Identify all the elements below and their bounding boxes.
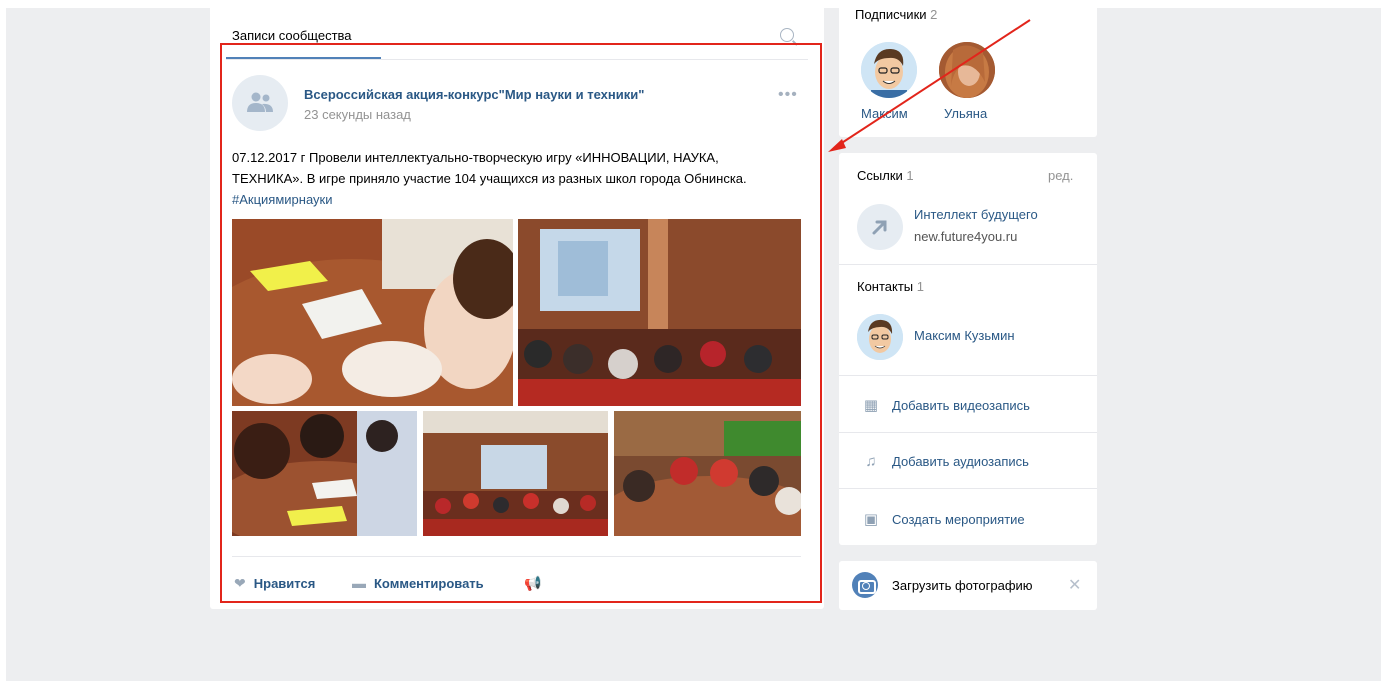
calendar-icon: ▣ xyxy=(863,511,879,528)
post-photo-5[interactable] xyxy=(614,411,801,536)
wall-tabs: Записи сообщества xyxy=(226,20,808,60)
share-button[interactable]: 📢 xyxy=(524,575,541,592)
comment-button[interactable]: ▬ Комментировать xyxy=(352,575,484,591)
divider xyxy=(839,488,1097,489)
post-author-avatar[interactable] xyxy=(232,75,288,131)
close-icon[interactable]: ✕ xyxy=(1068,575,1081,595)
post-photo-2[interactable] xyxy=(518,219,801,406)
edit-links-link[interactable]: ред. xyxy=(1048,168,1073,183)
users-icon xyxy=(247,92,273,112)
megaphone-icon: 📢 xyxy=(524,575,542,591)
avatar[interactable] xyxy=(857,314,903,360)
subscribers-count: 2 xyxy=(930,7,938,22)
add-video-button[interactable]: ▦ Добавить видеозапись xyxy=(862,396,1030,414)
like-label: Нравится xyxy=(253,576,316,591)
external-link-icon xyxy=(872,220,887,235)
post-actions-divider xyxy=(232,556,801,557)
search-icon[interactable] xyxy=(780,28,794,42)
link-title[interactable]: Интеллект будущего xyxy=(914,207,1038,222)
post-photo-1[interactable] xyxy=(232,219,513,406)
avatar[interactable] xyxy=(939,42,995,98)
comment-label: Комментировать xyxy=(374,575,484,591)
contacts-title[interactable]: Контакты 1 xyxy=(857,279,924,294)
link-avatar[interactable] xyxy=(857,204,903,250)
music-note-icon: ♫ xyxy=(865,453,877,470)
divider xyxy=(839,432,1097,433)
photo-image xyxy=(232,411,417,536)
like-button[interactable]: ❤ Нравится xyxy=(234,575,315,592)
link-url: new.future4you.ru xyxy=(914,229,1018,244)
subscriber-name[interactable]: Максим xyxy=(861,106,908,121)
comment-icon: ▬ xyxy=(352,575,366,591)
post-author-link[interactable]: Всероссийская акция-конкурс"Мир науки и … xyxy=(304,87,644,102)
post-body: 07.12.2017 г Провели интеллектуально-тво… xyxy=(232,150,747,186)
active-tab-underline xyxy=(226,57,381,59)
photo-image xyxy=(614,411,801,536)
divider xyxy=(839,375,1097,376)
photo-image xyxy=(423,411,608,536)
avatar[interactable] xyxy=(861,42,917,98)
post-hashtag[interactable]: #Акциямирнауки xyxy=(232,192,332,207)
subscriber-name[interactable]: Ульяна xyxy=(944,106,987,121)
heart-icon: ❤ xyxy=(234,575,246,591)
add-video-label: Добавить видеозапись xyxy=(892,397,1030,413)
contacts-label: Контакты xyxy=(857,279,914,294)
subscribers-title[interactable]: Подписчики 2 xyxy=(855,7,937,22)
links-label: Ссылки xyxy=(857,168,903,183)
photo-avatar-image xyxy=(939,42,995,98)
camera-icon[interactable] xyxy=(852,572,878,598)
links-count: 1 xyxy=(906,168,914,183)
create-event-button[interactable]: ▣ Создать мероприятие xyxy=(862,510,1025,528)
upload-photo-label[interactable]: Загрузить фотографию xyxy=(892,578,1033,593)
cartoon-face-image xyxy=(861,42,917,98)
film-icon: ▦ xyxy=(863,397,879,414)
photo-image xyxy=(232,219,513,406)
create-event-label: Создать мероприятие xyxy=(892,511,1025,527)
add-audio-label: Добавить аудиозапись xyxy=(892,454,1029,469)
subscribers-label: Подписчики xyxy=(855,7,927,22)
photo-image xyxy=(518,219,801,406)
contact-name[interactable]: Максим Кузьмин xyxy=(914,328,1015,343)
add-audio-button[interactable]: ♫ Добавить аудиозапись xyxy=(862,453,1029,470)
post-photo-3[interactable] xyxy=(232,411,417,536)
post-photo-4[interactable] xyxy=(423,411,608,536)
links-title[interactable]: Ссылки 1 xyxy=(857,168,914,183)
tab-community-posts[interactable]: Записи сообщества xyxy=(232,28,352,43)
more-options-icon[interactable]: ••• xyxy=(778,86,798,104)
contacts-count: 1 xyxy=(916,279,925,294)
divider xyxy=(839,264,1097,265)
post-text: 07.12.2017 г Провели интеллектуально-тво… xyxy=(232,147,792,210)
cartoon-face-image xyxy=(857,314,903,360)
post-timestamp[interactable]: 23 секунды назад xyxy=(304,107,411,122)
